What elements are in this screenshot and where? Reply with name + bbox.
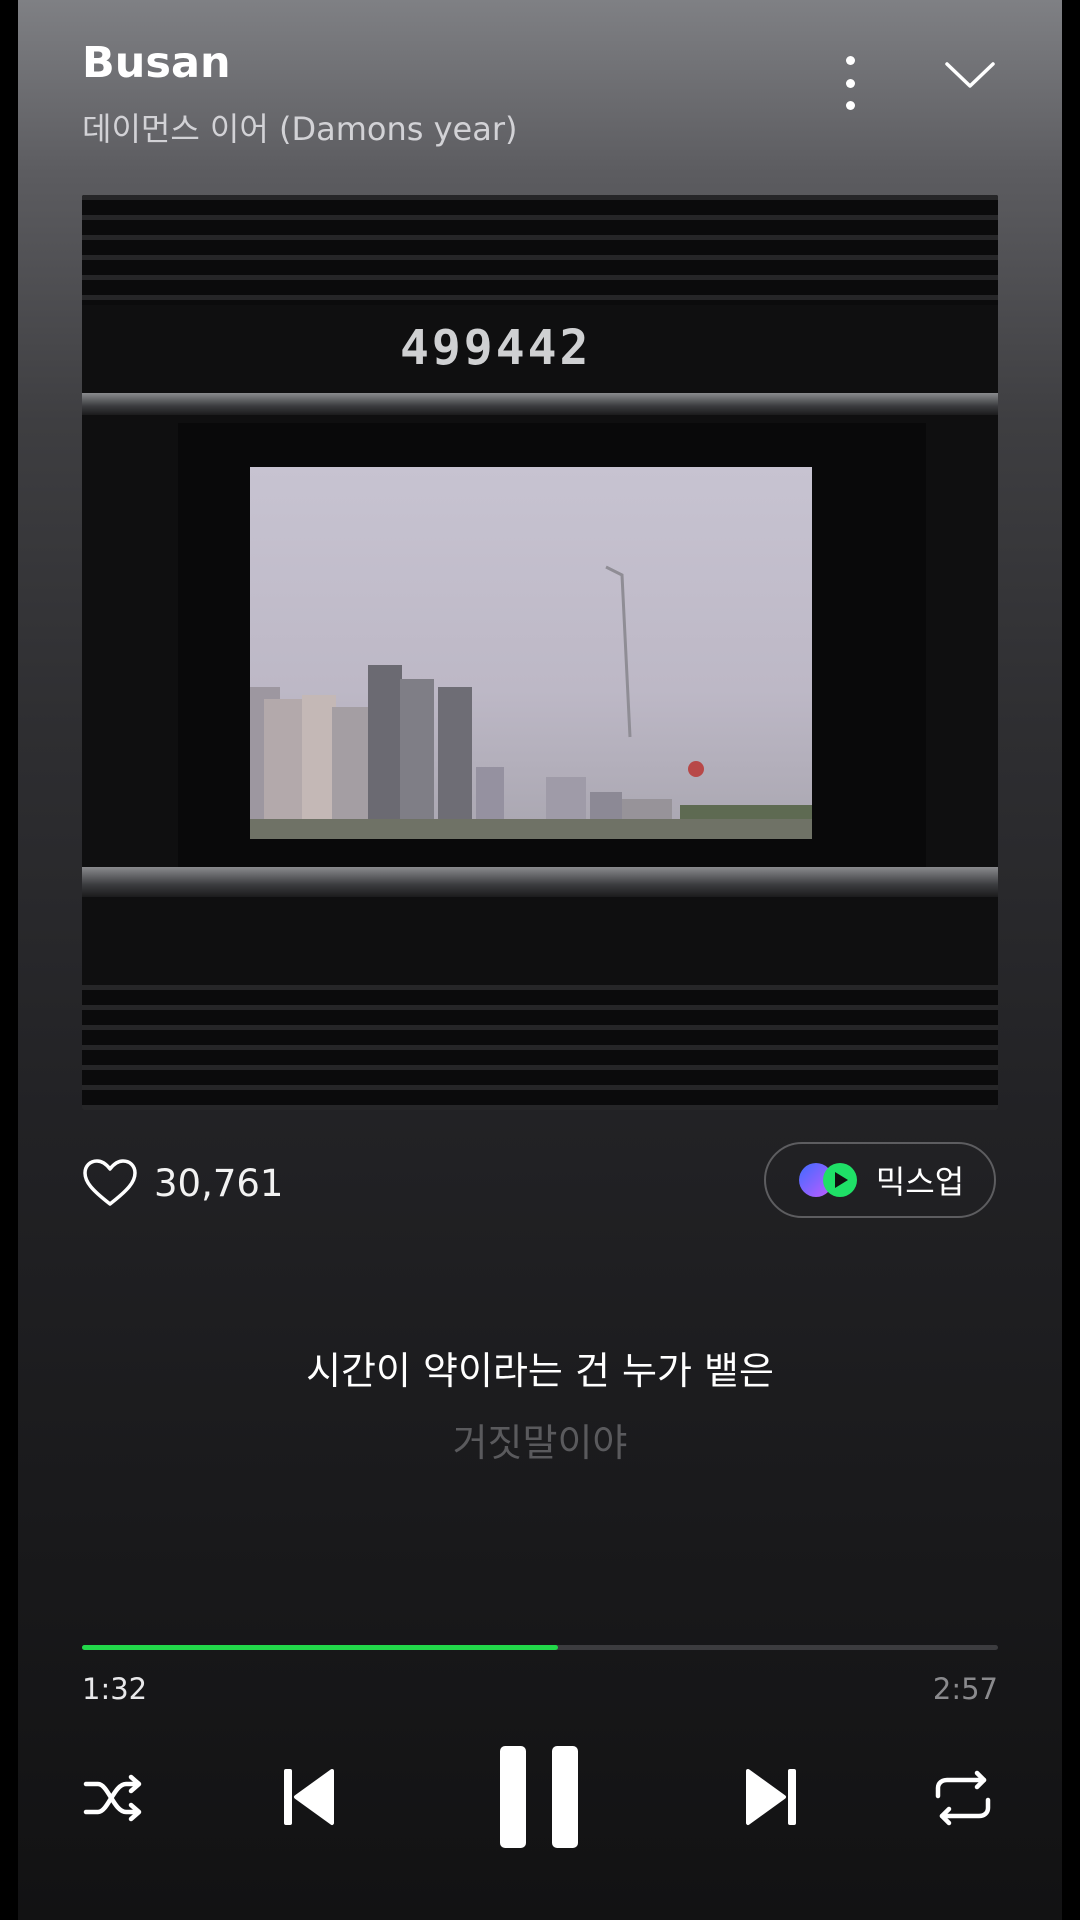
mixup-label: 믹스업 — [875, 1163, 965, 1201]
mixup-button[interactable]: 믹스업 — [764, 1142, 996, 1218]
artist-name[interactable]: 데이먼스 이어 (Damons year) — [82, 104, 517, 150]
shuffle-icon[interactable] — [82, 1772, 148, 1824]
chevron-down-icon[interactable] — [944, 60, 996, 90]
song-title: Busan — [82, 38, 231, 88]
progress-fill — [82, 1645, 559, 1650]
top-grille — [82, 195, 998, 305]
bottom-rail — [82, 867, 998, 897]
like-group: 30,761 — [82, 1158, 283, 1208]
bottom-grille — [82, 985, 998, 1110]
pause-icon[interactable] — [496, 1744, 582, 1850]
more-options-icon[interactable] — [836, 56, 864, 110]
progress-bar[interactable] — [82, 1645, 998, 1650]
like-count: 30,761 — [154, 1161, 284, 1205]
current-time: 1:32 — [82, 1672, 148, 1706]
mixup-icon — [798, 1163, 857, 1197]
album-art-serial: 499442 — [400, 320, 592, 376]
top-rail — [82, 393, 998, 415]
previous-icon[interactable] — [280, 1765, 336, 1829]
now-playing-screen: Busan 데이먼스 이어 (Damons year) 499442 30,76… — [18, 0, 1062, 1920]
next-lyric-line[interactable]: 거짓말이야 — [18, 1412, 1062, 1467]
next-icon[interactable] — [744, 1765, 800, 1829]
heart-icon[interactable] — [82, 1158, 138, 1208]
album-art: 499442 — [82, 195, 998, 1110]
total-time: 2:57 — [932, 1672, 998, 1706]
current-lyric-line[interactable]: 시간이 약이라는 건 누가 뱉은 — [18, 1340, 1062, 1395]
viewfinder-photo — [250, 467, 812, 839]
repeat-icon[interactable] — [932, 1770, 994, 1826]
